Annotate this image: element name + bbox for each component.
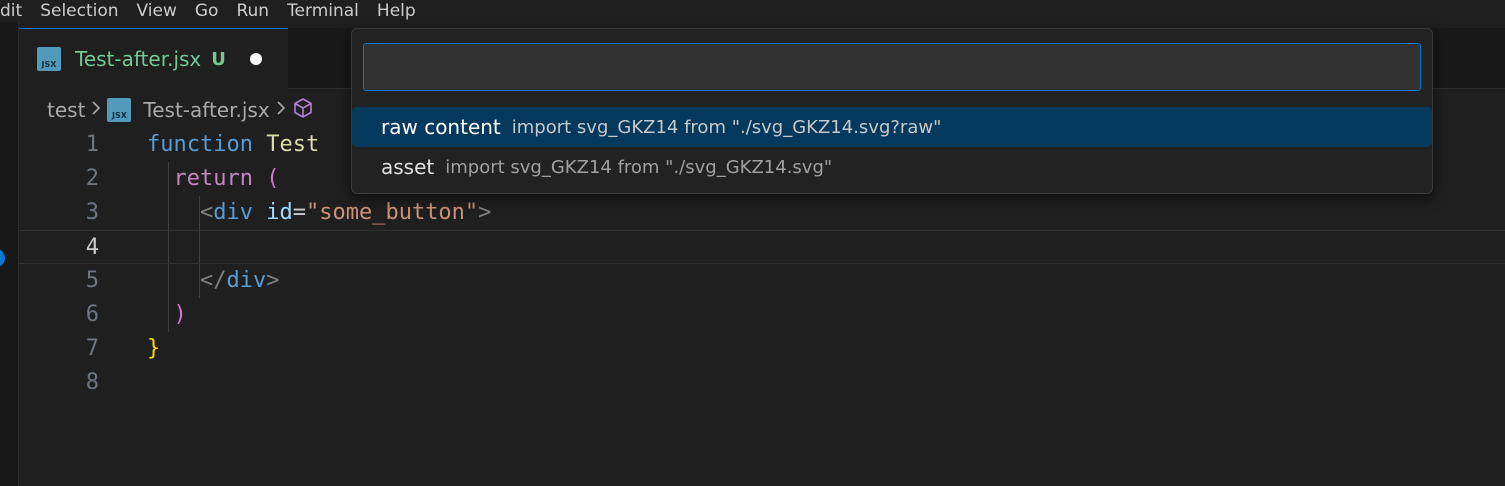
line-number: 8	[85, 370, 99, 395]
line-number: 5	[85, 268, 99, 293]
code-line: 6 )	[19, 298, 1505, 332]
line-number: 7	[85, 336, 99, 361]
code-line: 3 <div id="some_button">	[19, 196, 1505, 230]
unsaved-dot-icon[interactable]	[249, 53, 262, 65]
menu-run[interactable]: Run	[227, 0, 278, 22]
quick-pick-item-raw-content[interactable]: raw content import svg_GKZ14 from "./svg…	[352, 107, 1432, 147]
breadcrumb-file[interactable]: Test-after.jsx	[143, 98, 269, 122]
line-number: 6	[85, 302, 99, 327]
tab-test-after-jsx[interactable]: JSX Test-after.jsx U	[19, 28, 288, 89]
menu-edit[interactable]: dit	[0, 0, 31, 22]
breadcrumb-folder[interactable]: test	[47, 98, 85, 122]
code-text: <div id="some_button">	[199, 200, 492, 225]
menu-help[interactable]: Help	[368, 0, 425, 22]
jsx-file-icon: JSX	[107, 98, 132, 122]
symbol-cube-icon[interactable]	[292, 97, 314, 124]
code-text: function Test	[147, 132, 320, 157]
jsx-file-icon: JSX	[37, 47, 61, 71]
quick-pick-item-label: raw content	[381, 115, 501, 139]
code-line: 7 }	[19, 332, 1505, 366]
code-line: 8	[19, 366, 1505, 400]
line-number: 4	[85, 235, 99, 260]
chevron-right-icon	[276, 100, 286, 120]
line-number: 2	[85, 166, 99, 191]
chevron-right-icon	[91, 100, 101, 120]
untracked-badge: U	[211, 48, 226, 70]
menu-terminal[interactable]: Terminal	[278, 0, 368, 22]
line-number: 3	[85, 200, 99, 225]
code-text: </div>	[199, 268, 280, 293]
code-line-current: 4	[19, 230, 1505, 264]
tab-label: Test-after.jsx	[75, 47, 202, 71]
quick-pick-input[interactable]	[363, 43, 1421, 91]
menu-go[interactable]: Go	[186, 0, 228, 22]
menu-view[interactable]: View	[128, 0, 186, 22]
code-text: return (	[173, 166, 280, 191]
menu-bar: dit Selection View Go Run Terminal Help	[0, 0, 1505, 22]
quick-pick-item-asset[interactable]: asset import svg_GKZ14 from "./svg_GKZ14…	[352, 147, 1432, 187]
breadcrumb: test JSX Test-after.jsx	[47, 96, 314, 124]
menu-selection[interactable]: Selection	[31, 0, 127, 22]
code-line: 5 </div>	[19, 264, 1505, 298]
code-text: }	[147, 336, 161, 361]
quick-pick-item-label: asset	[381, 155, 435, 179]
quick-pick-dialog: raw content import svg_GKZ14 from "./svg…	[351, 28, 1433, 194]
quick-pick-item-description: import svg_GKZ14 from "./svg_GKZ14.svg?r…	[511, 116, 942, 138]
quick-pick-item-description: import svg_GKZ14 from "./svg_GKZ14.svg"	[445, 156, 833, 178]
line-number: 1	[85, 132, 99, 157]
code-text: )	[173, 302, 187, 327]
